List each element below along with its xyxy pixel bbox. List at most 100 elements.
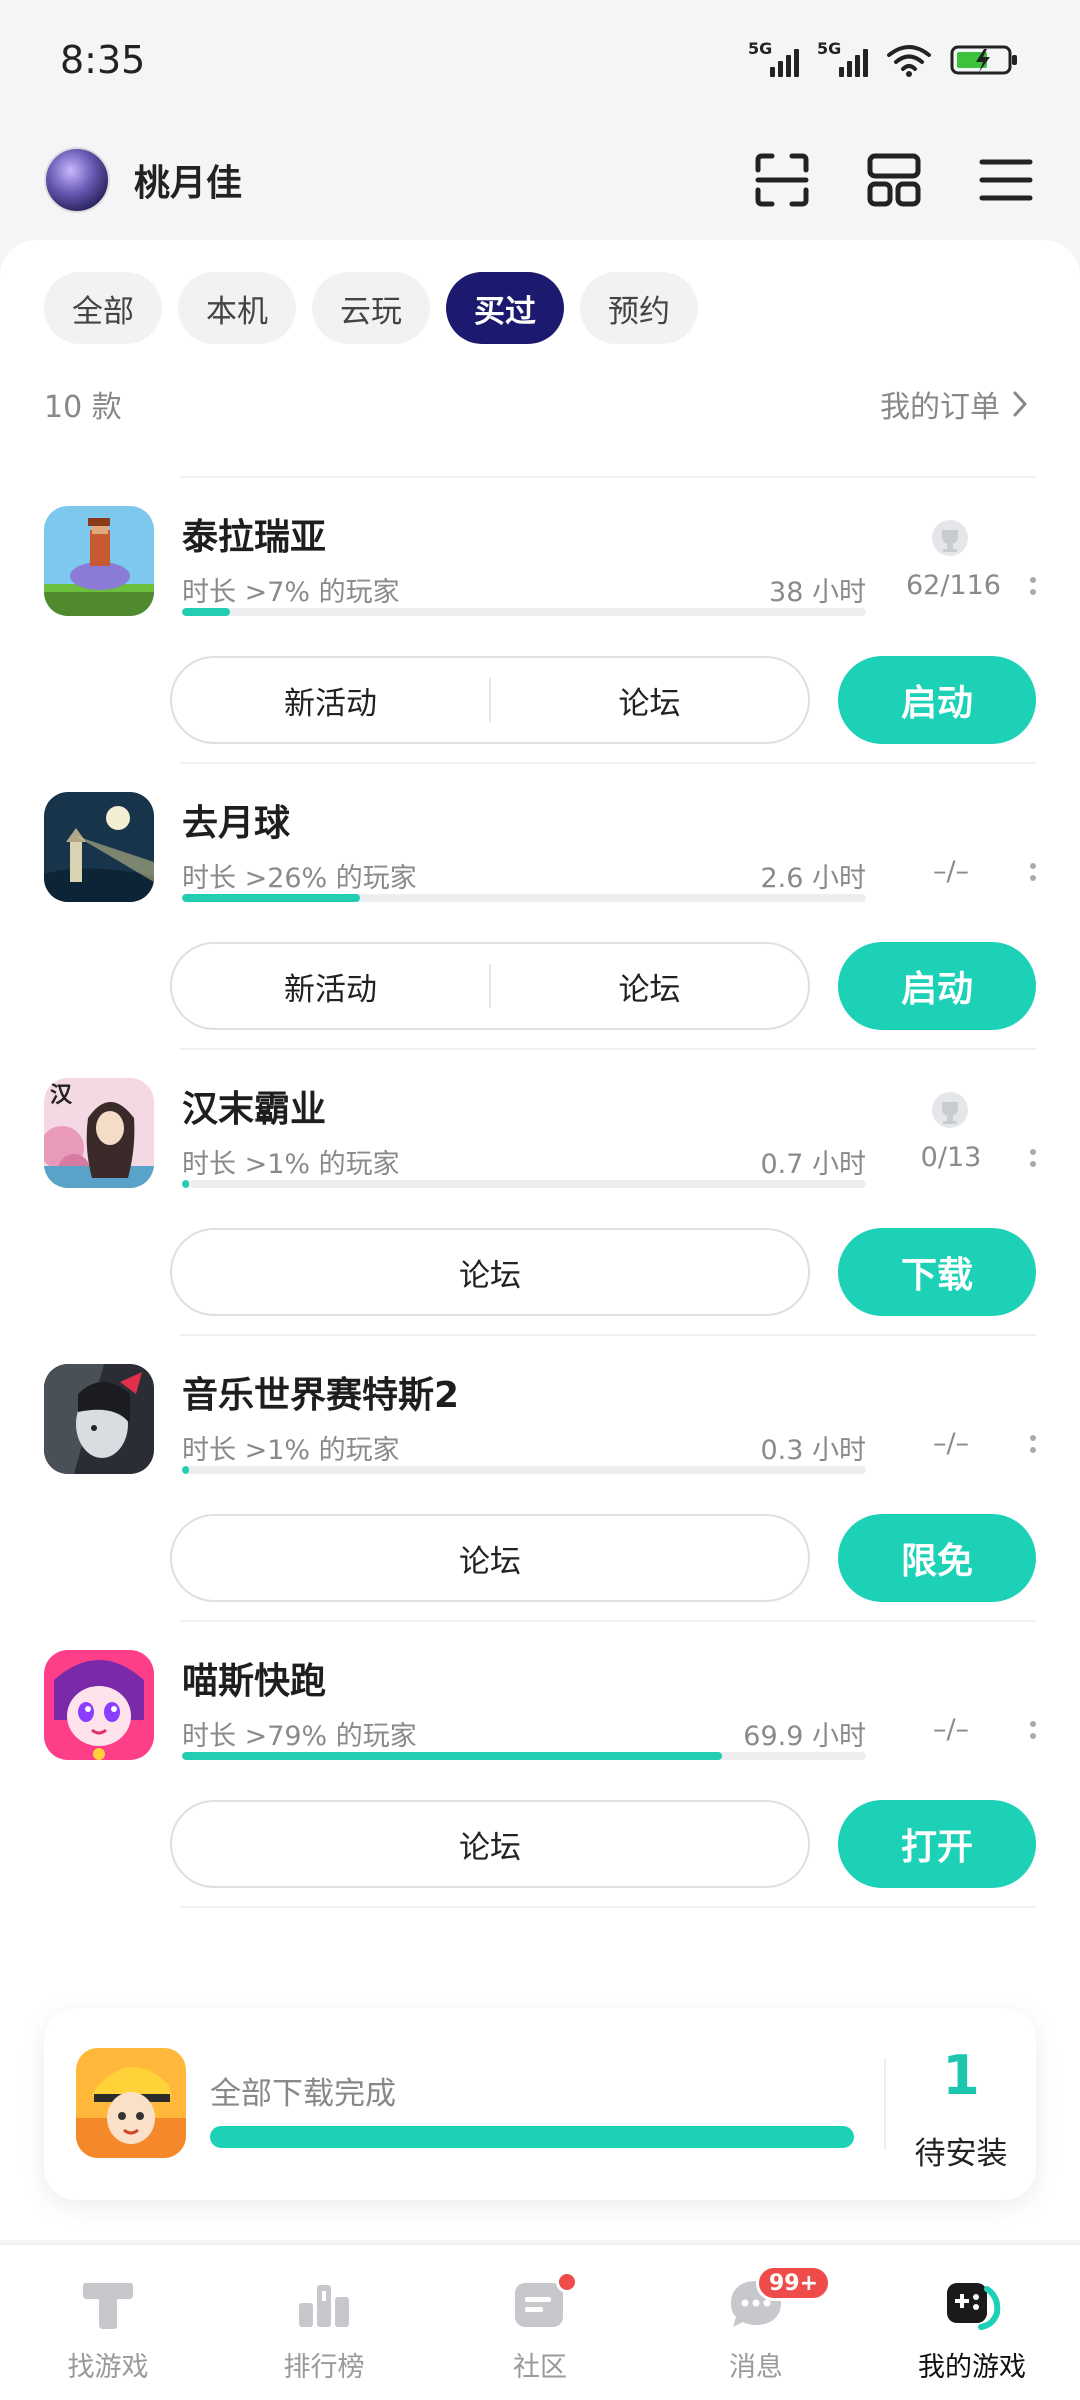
- filter-chip-all[interactable]: 全部: [44, 272, 162, 344]
- open-button[interactable]: 打开: [838, 1800, 1036, 1888]
- username[interactable]: 桃月佳: [134, 154, 242, 206]
- playtime-hours: 38 小时: [769, 577, 866, 608]
- playtime-hours: 69.9 小时: [743, 1721, 866, 1752]
- playtime-progress-fill: [182, 894, 360, 902]
- my-orders-label: 我的订单: [880, 390, 1000, 425]
- my-orders-link[interactable]: 我的订单: [880, 382, 1028, 426]
- pending-install-label: 待安装: [914, 2136, 1008, 2172]
- playtime-progress-fill: [182, 1180, 189, 1188]
- playtime-progress-bar: [182, 1752, 866, 1760]
- playtime-rank: 时长 >1% 的玩家: [182, 1149, 400, 1180]
- more-options-button[interactable]: [1026, 1138, 1040, 1178]
- game-icon-to-the-moon[interactable]: [44, 792, 154, 902]
- achievement-count: 62/116: [906, 570, 1001, 601]
- achievement-count: 0/13: [920, 1142, 982, 1173]
- playtime-progress-bar: [182, 894, 866, 902]
- playtime-rank: 时长 >79% 的玩家: [182, 1721, 417, 1752]
- playtime-progress-fill: [182, 608, 230, 616]
- game-actions: 论坛: [170, 1228, 810, 1316]
- forum-button[interactable]: 论坛: [172, 1250, 808, 1295]
- tab-find-games[interactable]: 找游戏: [0, 2245, 216, 2400]
- game-row: 音乐世界赛特斯2 时长 >1% 的玩家 0.3 小时 –/– 论坛 限免: [0, 1336, 1080, 1622]
- game-row: 泰拉瑞亚 时长 >7% 的玩家 38 小时 62/116 新活动 论坛 启动: [0, 478, 1080, 764]
- game-row: 去月球 时长 >26% 的玩家 2.6 小时 –/– 新活动 论坛 启动: [0, 764, 1080, 1050]
- tab-rankings[interactable]: 排行榜: [216, 2245, 432, 2400]
- layout-button[interactable]: [864, 150, 924, 210]
- divider: [180, 1906, 1036, 1908]
- notification-dot: [556, 2271, 578, 2293]
- new-event-button[interactable]: 新活动: [172, 964, 489, 1009]
- avatar[interactable]: [44, 147, 110, 213]
- forum-button[interactable]: 论坛: [491, 678, 808, 723]
- game-actions: 论坛: [170, 1514, 810, 1602]
- game-title: 音乐世界赛特斯2: [182, 1375, 460, 1416]
- tab-label: 社区: [513, 2352, 567, 2383]
- achievement-count: –/–: [932, 856, 970, 887]
- playtime-progress-bar: [182, 1180, 866, 1188]
- tab-community[interactable]: 社区: [432, 2245, 648, 2400]
- achievement-count: –/–: [932, 1428, 970, 1459]
- unread-badge: 99+: [756, 2265, 832, 2301]
- game-actions: 新活动 论坛: [170, 656, 810, 744]
- game-row: 汉 汉末霸业 时长 >1% 的玩家 0.7 小时 0/13 论坛 下载: [0, 1050, 1080, 1336]
- more-options-button[interactable]: [1026, 1710, 1040, 1750]
- achievement-trophy-icon: [932, 520, 968, 556]
- playtime-hours: 0.3 小时: [760, 1435, 866, 1466]
- playtime-rank: 时长 >1% 的玩家: [182, 1435, 400, 1466]
- bottom-tab-bar: 找游戏 排行榜 社区 99+ 消息 我的游戏: [0, 2244, 1080, 2400]
- menu-button[interactable]: [976, 150, 1036, 210]
- playtime-rank: 时长 >7% 的玩家: [182, 577, 400, 608]
- playtime-rank: 时长 >26% 的玩家: [182, 863, 417, 894]
- playtime-hours: 2.6 小时: [760, 863, 866, 894]
- filter-chip-purchased[interactable]: 买过: [446, 272, 564, 344]
- filter-chip-cloud[interactable]: 云玩: [312, 272, 430, 344]
- game-title: 去月球: [182, 803, 291, 844]
- more-options-button[interactable]: [1026, 1424, 1040, 1464]
- launch-button[interactable]: 启动: [838, 656, 1036, 744]
- status-icons: 5G 5G: [748, 39, 1020, 77]
- more-options-button[interactable]: [1026, 852, 1040, 892]
- game-icon-cytus-2[interactable]: [44, 1364, 154, 1474]
- forum-button[interactable]: 论坛: [491, 964, 808, 1009]
- game-icon-hanmo-baye[interactable]: 汉: [44, 1078, 154, 1188]
- achievement-trophy-icon: [932, 1092, 968, 1128]
- game-icon-terraria[interactable]: [44, 506, 154, 616]
- clock: 8:35: [60, 38, 146, 82]
- signal-icon-2: 5G: [817, 39, 868, 77]
- playtime-progress-fill: [182, 1466, 189, 1474]
- download-button[interactable]: 下载: [838, 1228, 1036, 1316]
- tab-my-games[interactable]: 我的游戏: [864, 2245, 1080, 2400]
- game-icon-muse-dash[interactable]: [44, 1650, 154, 1760]
- tab-label: 消息: [729, 2352, 783, 2383]
- scan-icon: [755, 153, 809, 207]
- forum-button[interactable]: 论坛: [172, 1822, 808, 1867]
- my-games-panel: 全部 本机 云玩 买过 预约 10 款 我的订单 泰拉瑞亚 时长 >7% 的玩家…: [0, 240, 1080, 2240]
- forum-button[interactable]: 论坛: [172, 1536, 808, 1581]
- game-title: 汉末霸业: [182, 1089, 327, 1130]
- filter-chip-reserved[interactable]: 预约: [580, 272, 698, 344]
- download-status-text: 全部下载完成: [210, 2076, 396, 2112]
- svg-text:汉: 汉: [50, 1082, 73, 1108]
- gamepad-icon: [947, 2283, 1001, 2330]
- app-header: 桃月佳: [0, 120, 1080, 240]
- download-progress-bar: [210, 2126, 854, 2148]
- tab-label: 我的游戏: [918, 2352, 1026, 2383]
- find-games-icon: [83, 2283, 133, 2329]
- playtime-progress-bar: [182, 608, 866, 616]
- header-actions: [752, 150, 1036, 210]
- more-options-button[interactable]: [1026, 566, 1040, 606]
- scan-button[interactable]: [752, 150, 812, 210]
- launch-button[interactable]: 启动: [838, 942, 1036, 1030]
- game-count: 10 款: [44, 390, 122, 425]
- download-status-card[interactable]: 全部下载完成 1 待安装: [44, 2008, 1036, 2200]
- tab-label: 排行榜: [283, 2352, 365, 2383]
- game-actions: 新活动 论坛: [170, 942, 810, 1030]
- filter-chip-local[interactable]: 本机: [178, 272, 296, 344]
- free-limited-button[interactable]: 限免: [838, 1514, 1036, 1602]
- rankings-icon: [299, 2285, 349, 2327]
- tab-messages[interactable]: 99+ 消息: [648, 2245, 864, 2400]
- game-row: 喵斯快跑 时长 >79% 的玩家 69.9 小时 –/– 论坛 打开: [0, 1622, 1080, 1908]
- new-event-button[interactable]: 新活动: [172, 678, 489, 723]
- pending-install-count: 1: [942, 2044, 980, 2107]
- playtime-progress-fill: [182, 1752, 723, 1760]
